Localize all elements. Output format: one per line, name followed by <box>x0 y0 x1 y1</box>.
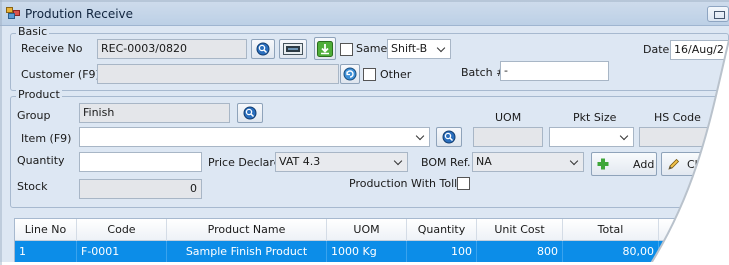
group-search-button[interactable] <box>237 103 263 123</box>
other-label: Other <box>380 68 412 81</box>
column-header-uom[interactable]: UOM <box>327 219 407 241</box>
hs-code-field[interactable] <box>639 127 729 147</box>
change-button-label: Cha <box>687 158 709 171</box>
grid-header: Line No Code Product Name UOM Quantity U… <box>15 219 728 241</box>
shift-select[interactable]: Shift-B <box>387 39 451 59</box>
same-label: Same <box>356 42 388 55</box>
chevron-down-icon <box>617 128 633 146</box>
batch-label: Batch # <box>461 66 506 79</box>
item-label: Item (F9) <box>21 132 72 145</box>
uom-field[interactable] <box>473 127 543 147</box>
product-grid: Line No Code Product Name UOM Quantity U… <box>14 218 729 265</box>
search-icon <box>442 130 456 144</box>
cell-code: F-0001 <box>77 241 167 263</box>
customer-field[interactable] <box>97 64 339 84</box>
column-header-filler <box>659 219 728 241</box>
price-declare-select[interactable]: VAT 4.3 <box>275 152 408 172</box>
pkt-size-label: Pkt Size <box>573 111 617 124</box>
scan-button[interactable] <box>279 39 307 59</box>
restore-button[interactable] <box>707 6 729 22</box>
receive-no-field[interactable]: REC-0003/0820 <box>97 39 247 59</box>
cell-quantity: 100 <box>407 241 477 263</box>
column-header-quantity[interactable]: Quantity <box>407 219 477 241</box>
toll-label: Production With Toll <box>349 177 458 190</box>
download-icon <box>317 40 333 57</box>
pkt-size-select[interactable] <box>549 127 634 147</box>
column-header-unit-cost[interactable]: Unit Cost <box>477 219 563 241</box>
add-button-label: Add <box>633 158 655 171</box>
bom-ref-select-value: NA <box>476 155 492 168</box>
refresh-icon <box>343 67 357 81</box>
toll-checkbox[interactable] <box>457 177 470 190</box>
other-checkbox[interactable] <box>363 68 376 81</box>
group-label: Group <box>17 109 51 122</box>
add-button[interactable]: Add <box>591 152 657 176</box>
cell-total: 80,00 <box>563 241 659 263</box>
download-button[interactable] <box>314 37 336 60</box>
column-header-product-name[interactable]: Product Name <box>167 219 327 241</box>
customer-refresh-button[interactable] <box>340 64 360 84</box>
quantity-field[interactable] <box>79 152 202 172</box>
table-row[interactable]: 1 F-0001 Sample Finish Product 1000 Kg 1… <box>15 241 728 263</box>
batch-field[interactable]: - <box>500 61 609 81</box>
stock-label: Stock <box>17 180 48 193</box>
chevron-down-icon <box>567 153 583 171</box>
column-header-code[interactable]: Code <box>77 219 167 241</box>
same-checkbox[interactable] <box>340 43 353 56</box>
plus-icon <box>597 158 609 170</box>
search-icon <box>256 42 270 56</box>
bom-ref-select[interactable]: NA <box>472 152 584 172</box>
chevron-down-icon <box>391 153 407 171</box>
cell-unit-cost: 800 <box>477 241 563 263</box>
date-field[interactable]: 16/Aug/2 <box>670 40 729 60</box>
hs-code-label: HS Code <box>654 111 701 124</box>
date-label: Date <box>643 43 670 56</box>
window-title: Prodution Receive <box>25 7 134 21</box>
product-group-title: Product <box>16 88 62 101</box>
cell-line-no: 1 <box>15 241 77 263</box>
group-field[interactable]: Finish <box>79 103 230 123</box>
chevron-down-icon <box>434 40 450 58</box>
quantity-label: Quantity <box>17 154 65 167</box>
basic-group-title: Basic <box>16 25 50 38</box>
stock-field: 0 <box>79 179 202 199</box>
search-icon <box>243 106 257 120</box>
chevron-down-icon <box>413 128 429 146</box>
production-receive-window: Prodution Receive Basic Receive No REC-0… <box>0 0 729 265</box>
uom-label: UOM <box>495 111 522 124</box>
customer-label: Customer (F9) <box>21 68 100 81</box>
pencil-icon <box>668 158 680 170</box>
bom-ref-label: BOM Ref. <box>421 156 471 169</box>
scan-icon <box>283 43 303 55</box>
price-declare-select-value: VAT 4.3 <box>279 155 321 168</box>
cell-uom: 1000 Kg <box>327 241 407 263</box>
receive-no-search-button[interactable] <box>251 39 275 59</box>
change-button[interactable]: Cha <box>661 152 729 176</box>
column-header-total[interactable]: Total <box>563 219 659 241</box>
item-search-button[interactable] <box>436 127 462 147</box>
column-header-line-no[interactable]: Line No <box>15 219 77 241</box>
shift-select-value: Shift-B <box>391 42 428 55</box>
title-bar: Prodution Receive <box>0 0 729 26</box>
form-body: Basic Receive No REC-0003/0820 Same Shif… <box>0 26 729 265</box>
receive-no-label: Receive No <box>21 42 83 55</box>
item-select[interactable] <box>79 127 430 147</box>
price-declare-label: Price Declare <box>208 156 281 169</box>
cell-product-name: Sample Finish Product <box>167 241 327 263</box>
form-icon <box>6 7 20 19</box>
